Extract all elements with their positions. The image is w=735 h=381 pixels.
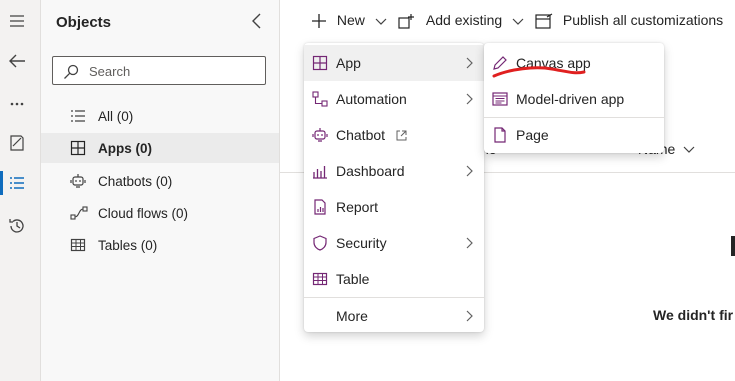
back-arrow-icon[interactable]	[0, 46, 34, 76]
publish-all-button[interactable]: Publish all customizations	[535, 12, 723, 29]
submenu-item-model-driven-app[interactable]: Model-driven app	[484, 81, 664, 117]
model-driven-icon	[492, 91, 508, 107]
chevron-right-icon	[466, 310, 473, 322]
sort-chevron-icon	[683, 146, 695, 153]
menu-item-security[interactable]: Security	[304, 225, 484, 261]
objects-item-label: All (0)	[98, 109, 134, 124]
page-icon	[492, 127, 508, 143]
menu-item-automation[interactable]: Automation	[304, 81, 484, 117]
menu-item-table[interactable]: Table	[304, 261, 484, 297]
left-rail	[0, 0, 41, 381]
menu-item-chatbot[interactable]: Chatbot	[304, 117, 484, 153]
automation-icon	[312, 91, 328, 107]
apps-icon	[70, 140, 88, 156]
objects-item-label: Apps (0)	[98, 141, 152, 156]
new-button[interactable]: New	[311, 12, 387, 29]
new-menu: App Automation Chatbot Dashboard Report …	[304, 43, 484, 332]
objects-item-apps[interactable]: Apps (0)	[41, 133, 279, 163]
objects-item-label: Chatbots (0)	[98, 174, 173, 189]
collapse-chevron-icon[interactable]	[249, 11, 265, 31]
menu-item-label: Dashboard	[336, 163, 405, 179]
solution-book-icon[interactable]	[0, 128, 34, 158]
objects-search[interactable]	[52, 56, 266, 85]
publish-label: Publish all customizations	[562, 12, 724, 28]
menu-item-label: App	[336, 55, 361, 71]
menu-item-label: Table	[336, 271, 370, 287]
chevron-right-icon	[466, 93, 473, 105]
empty-state-graphic	[731, 236, 735, 256]
submenu-item-label: Model-driven app	[516, 91, 625, 107]
plus-icon	[312, 14, 326, 29]
objects-item-all[interactable]: All (0)	[41, 101, 279, 131]
add-existing-label: Add existing	[425, 12, 503, 28]
dashboard-icon	[312, 163, 328, 179]
shield-icon	[312, 235, 328, 251]
chevron-right-icon	[466, 165, 473, 177]
objects-panel: Objects All (0) Apps (0) Chatbots (0) Cl…	[41, 0, 280, 381]
menu-item-dashboard[interactable]: Dashboard	[304, 153, 484, 189]
objects-list-icon[interactable]	[0, 168, 34, 198]
list-icon	[70, 108, 88, 124]
menu-item-label: Report	[336, 199, 379, 215]
objects-title: Objects	[56, 14, 112, 31]
hamburger-menu-icon[interactable]	[0, 6, 34, 36]
submenu-item-label: Page	[516, 127, 549, 143]
objects-item-label: Tables (0)	[98, 238, 158, 253]
command-bar: New Add existing Publish all customizati…	[280, 0, 735, 43]
chevron-right-icon	[466, 237, 473, 249]
chevron-down-icon	[375, 18, 387, 26]
red-annotation-underline	[492, 66, 586, 78]
table-icon	[312, 271, 328, 287]
more-options-icon[interactable]	[0, 89, 34, 119]
menu-item-label: Security	[336, 235, 387, 251]
new-button-label: New	[336, 12, 365, 28]
search-input[interactable]	[89, 61, 259, 81]
report-icon	[312, 199, 328, 215]
flow-icon	[70, 205, 88, 221]
menu-item-label: Chatbot	[336, 127, 386, 143]
menu-item-report[interactable]: Report	[304, 189, 484, 225]
publish-icon	[535, 13, 553, 29]
chatbot-icon	[70, 173, 88, 189]
add-existing-button[interactable]: Add existing	[398, 12, 524, 29]
menu-item-label: Automation	[336, 91, 407, 107]
submenu-item-page[interactable]: Page	[484, 117, 664, 153]
menu-item-app[interactable]: App	[304, 45, 484, 81]
app-icon	[312, 55, 328, 71]
objects-item-tables[interactable]: Tables (0)	[41, 230, 279, 260]
search-icon	[64, 64, 79, 79]
chevron-down-icon	[512, 18, 524, 26]
objects-item-cloud-flows[interactable]: Cloud flows (0)	[41, 198, 279, 228]
empty-state-message: We didn't fir	[653, 307, 734, 323]
chatbot-icon	[312, 127, 328, 143]
external-link-icon	[396, 130, 407, 141]
chevron-right-icon	[466, 57, 473, 69]
menu-item-label: More	[336, 308, 368, 324]
objects-item-label: Cloud flows (0)	[98, 206, 189, 221]
objects-item-chatbots[interactable]: Chatbots (0)	[41, 166, 279, 196]
menu-item-more[interactable]: More	[304, 298, 484, 334]
table-icon	[70, 237, 88, 253]
history-icon[interactable]	[0, 211, 34, 241]
add-existing-icon	[398, 14, 414, 29]
